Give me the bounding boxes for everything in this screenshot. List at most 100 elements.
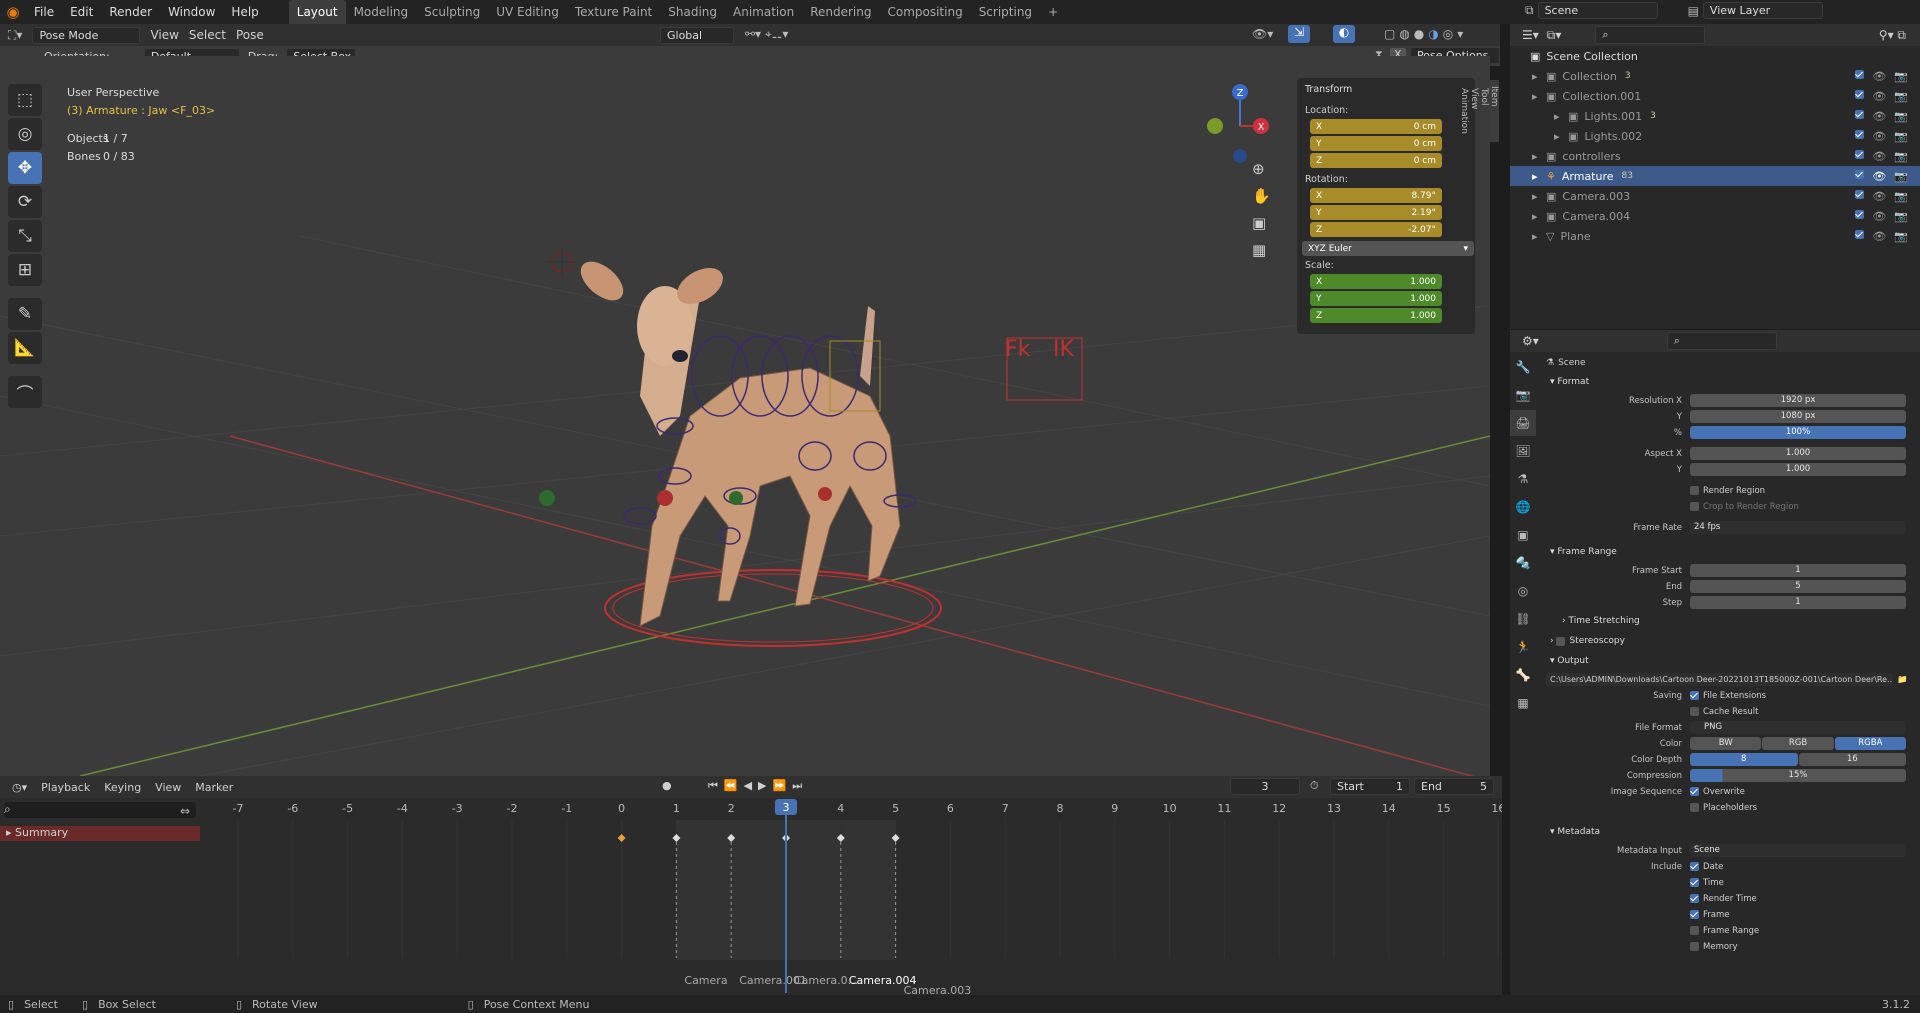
expand-chevron-icon[interactable]: ▸ xyxy=(1532,210,1546,223)
eye-icon[interactable]: 👁 xyxy=(1872,90,1886,103)
navigation-gizmo[interactable]: Z X xyxy=(1207,84,1269,163)
expand-chevron-icon[interactable]: ▸ xyxy=(1532,230,1546,243)
menu-edit[interactable]: Edit xyxy=(62,0,101,24)
eye-icon[interactable]: 👁 xyxy=(1872,110,1886,123)
resolution-y-field[interactable]: 1080 px xyxy=(1690,410,1906,423)
rotate-tool-icon[interactable]: ⟳ xyxy=(8,186,42,218)
metadata-panel-header[interactable]: ▾ Metadata xyxy=(1540,822,1920,842)
expand-chevron-icon[interactable]: ▸ xyxy=(1532,150,1546,163)
tool-properties-icon[interactable]: 🔧 xyxy=(1510,354,1536,380)
eye-icon[interactable]: 👁 xyxy=(1872,70,1886,83)
include-checkbox[interactable] xyxy=(1690,942,1699,951)
tab-rendering[interactable]: Rendering xyxy=(802,0,879,24)
shading-modes-icon[interactable]: ▢◍●◑◎▾ xyxy=(1384,27,1467,41)
scale-x-field[interactable]: X 1.000 xyxy=(1310,274,1442,289)
tab-item[interactable]: Item xyxy=(1489,80,1499,142)
resolution-x-field[interactable]: 1920 px xyxy=(1690,394,1906,407)
outliner-search-input[interactable]: ⌕ xyxy=(1595,26,1706,44)
outliner-row[interactable]: ▸ ▣ Collection.001 👁 📷 xyxy=(1510,86,1920,106)
scale-z-field[interactable]: Z 1.000 xyxy=(1310,308,1442,323)
transform-orientation-selector[interactable]: Global xyxy=(660,27,734,44)
tab-modeling[interactable]: Modeling xyxy=(346,0,417,24)
camera-render-icon[interactable]: 📷 xyxy=(1894,190,1908,203)
outliner-row[interactable]: ▸ ▣ Camera.004 👁 📷 xyxy=(1510,206,1920,226)
menu-keying[interactable]: Keying xyxy=(104,781,141,794)
frame-range-panel-header[interactable]: ▾ Frame Range xyxy=(1540,542,1920,562)
constraint-properties-icon[interactable]: ⛓ xyxy=(1510,606,1536,632)
tab-scripting[interactable]: Scripting xyxy=(971,0,1040,24)
eye-icon[interactable]: 👁 xyxy=(1872,130,1886,143)
camera-render-icon[interactable]: 📷 xyxy=(1894,110,1908,123)
camera-render-icon[interactable]: 📷 xyxy=(1894,150,1908,163)
file-format-dropdown[interactable]: PNG xyxy=(1690,721,1906,734)
menu-marker[interactable]: Marker xyxy=(195,781,233,794)
stereoscopy-header[interactable]: › Stereoscopy xyxy=(1540,631,1920,651)
exclude-checkbox[interactable] xyxy=(1855,229,1865,239)
frame-start-field[interactable]: 1 xyxy=(1690,564,1906,577)
zoom-icon[interactable]: ⊕ xyxy=(1252,160,1271,178)
keyframe-diamond[interactable] xyxy=(617,834,626,842)
pose-breakdown-tool-icon[interactable]: ⌒ xyxy=(8,376,42,408)
stopwatch-icon[interactable]: ⏱ xyxy=(1310,779,1319,793)
outliner-row[interactable]: ▸ ▣ Lights.001 3 👁 📷 xyxy=(1510,106,1920,126)
add-workspace-button[interactable]: + xyxy=(1040,0,1066,24)
menu-view[interactable]: View xyxy=(150,28,178,42)
texture-properties-icon[interactable]: ▦ xyxy=(1510,690,1536,716)
render-properties-icon[interactable]: 📷 xyxy=(1510,382,1536,408)
select-box-tool-icon[interactable]: ⬚ xyxy=(8,84,42,116)
current-frame-field[interactable]: 3 xyxy=(1230,778,1300,795)
transform-tool-icon[interactable]: ⊞ xyxy=(8,254,42,286)
properties-search-input[interactable]: ⌕ xyxy=(1666,332,1777,350)
visibility-icon[interactable]: 👁▾ xyxy=(1252,27,1273,41)
annotate-tool-icon[interactable]: ✎ xyxy=(8,298,42,330)
ortho-grid-icon[interactable]: ▦ xyxy=(1252,241,1271,259)
eye-icon[interactable]: 👁 xyxy=(1872,230,1886,243)
color-rgb-button[interactable]: RGB xyxy=(1762,737,1834,750)
rotation-z-field[interactable]: Z -2.07° xyxy=(1310,222,1442,237)
scale-tool-icon[interactable]: ⤡ xyxy=(8,220,42,252)
transform-panel-header[interactable]: Transform xyxy=(1297,78,1475,101)
menu-timeline-view[interactable]: View xyxy=(155,781,181,794)
rotation-x-field[interactable]: X 8.79° xyxy=(1310,188,1442,203)
depth-16-button[interactable]: 16 xyxy=(1798,753,1906,766)
record-icon[interactable]: ● xyxy=(662,779,672,792)
scene-properties-icon[interactable]: ⚗ xyxy=(1510,466,1536,492)
tab-tool[interactable]: Tool xyxy=(1479,80,1489,142)
frame-rate-dropdown[interactable]: 24 fps xyxy=(1690,521,1906,534)
include-checkbox[interactable] xyxy=(1690,862,1699,871)
tab-sculpting[interactable]: Sculpting xyxy=(416,0,488,24)
output-path-field[interactable]: C:\Users\ADMIN\Downloads\Cartoon Deer-20… xyxy=(1546,673,1894,686)
outliner-row[interactable]: ▸ ▽ Plane 👁 📷 xyxy=(1510,226,1920,246)
expand-chevron-icon[interactable]: ▸ xyxy=(1532,90,1546,103)
stereoscopy-checkbox[interactable] xyxy=(1556,636,1566,646)
summary-channel[interactable]: ▸ Summary xyxy=(0,826,200,841)
outliner-editor-icon[interactable]: ☰▾ xyxy=(1522,28,1539,42)
swap-icon[interactable]: ⇔ xyxy=(180,804,190,818)
frame-end-field[interactable]: 5 xyxy=(1690,580,1906,593)
view-layer-selector[interactable]: View Layer xyxy=(1702,2,1823,19)
data-properties-icon[interactable]: 🏃 xyxy=(1510,634,1536,660)
camera-render-icon[interactable]: 📷 xyxy=(1894,90,1908,103)
outliner-row[interactable]: ▸ ▣ controllers 👁 📷 xyxy=(1510,146,1920,166)
blender-logo-icon[interactable]: ◉ xyxy=(0,3,26,21)
measure-tool-icon[interactable]: 📐 xyxy=(8,332,42,364)
include-checkbox[interactable] xyxy=(1690,878,1699,887)
camera-render-icon[interactable]: 📷 xyxy=(1894,70,1908,83)
tab-animation-side[interactable]: Animation xyxy=(1459,80,1469,142)
expand-chevron-icon[interactable]: ▸ xyxy=(1554,110,1568,123)
outliner-row[interactable]: ▸ ▣ Collection 3 👁 📷 xyxy=(1510,66,1920,86)
crop-checkbox[interactable] xyxy=(1690,502,1699,511)
expand-chevron-icon[interactable]: ▸ xyxy=(1532,190,1546,203)
expand-chevron-icon[interactable]: ▸ xyxy=(1554,130,1568,143)
file-extensions-checkbox[interactable] xyxy=(1690,691,1699,700)
properties-editor-icon[interactable]: ⚙▾ xyxy=(1522,334,1539,348)
format-panel-header[interactable]: ▾ Format xyxy=(1540,372,1920,392)
color-rgba-button[interactable]: RGBA xyxy=(1834,737,1906,750)
dopesheet-area[interactable]: -7-6-5-4-3-2-10123456789101112131415163C… xyxy=(200,798,1502,1010)
menu-file[interactable]: File xyxy=(26,0,62,24)
folder-icon[interactable]: 📁 xyxy=(1897,675,1908,685)
tab-texture-paint[interactable]: Texture Paint xyxy=(567,0,660,24)
render-region-checkbox[interactable] xyxy=(1690,486,1699,495)
gizmo-toggle-icon[interactable]: ⇲ xyxy=(1288,25,1310,43)
exclude-checkbox[interactable] xyxy=(1855,129,1865,139)
